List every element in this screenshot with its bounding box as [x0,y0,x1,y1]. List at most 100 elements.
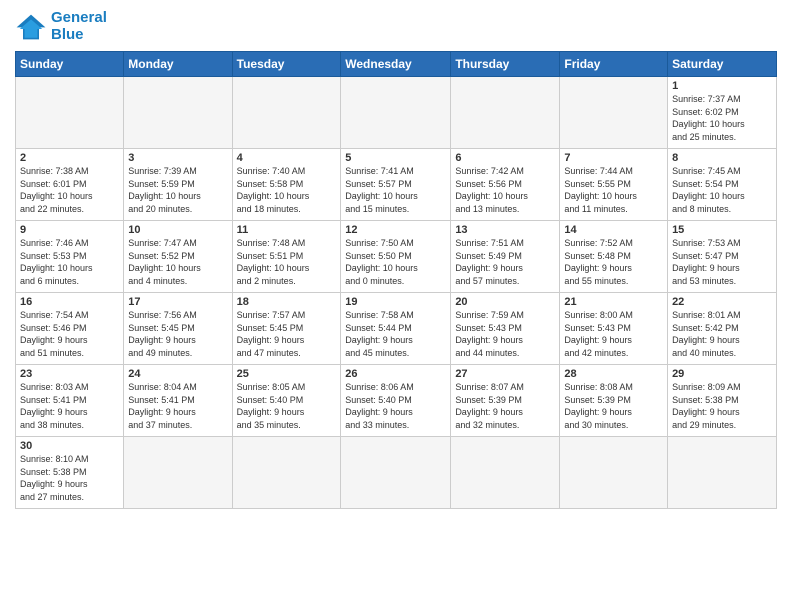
day-number: 20 [455,296,555,308]
day-info: Sunrise: 8:09 AM Sunset: 5:38 PM Dayligh… [672,381,772,431]
logo-text: General Blue [51,10,107,43]
table-row: 14Sunrise: 7:52 AM Sunset: 5:48 PM Dayli… [560,221,668,293]
calendar-row: 2Sunrise: 7:38 AM Sunset: 6:01 PM Daylig… [16,149,777,221]
day-info: Sunrise: 7:51 AM Sunset: 5:49 PM Dayligh… [455,237,555,287]
day-info: Sunrise: 7:54 AM Sunset: 5:46 PM Dayligh… [20,309,119,359]
table-row: 29Sunrise: 8:09 AM Sunset: 5:38 PM Dayli… [668,365,777,437]
day-number: 6 [455,152,555,164]
table-row: 3Sunrise: 7:39 AM Sunset: 5:59 PM Daylig… [124,149,232,221]
day-number: 29 [672,368,772,380]
table-row: 24Sunrise: 8:04 AM Sunset: 5:41 PM Dayli… [124,365,232,437]
day-info: Sunrise: 7:38 AM Sunset: 6:01 PM Dayligh… [20,165,119,215]
table-row: 28Sunrise: 8:08 AM Sunset: 5:39 PM Dayli… [560,365,668,437]
table-row: 2Sunrise: 7:38 AM Sunset: 6:01 PM Daylig… [16,149,124,221]
table-row: 21Sunrise: 8:00 AM Sunset: 5:43 PM Dayli… [560,293,668,365]
day-number: 14 [564,224,663,236]
day-info: Sunrise: 8:01 AM Sunset: 5:42 PM Dayligh… [672,309,772,359]
day-info: Sunrise: 7:40 AM Sunset: 5:58 PM Dayligh… [237,165,337,215]
day-info: Sunrise: 8:08 AM Sunset: 5:39 PM Dayligh… [564,381,663,431]
day-info: Sunrise: 8:06 AM Sunset: 5:40 PM Dayligh… [345,381,446,431]
day-number: 16 [20,296,119,308]
col-monday: Monday [124,52,232,77]
col-tuesday: Tuesday [232,52,341,77]
table-row [16,77,124,149]
table-row: 13Sunrise: 7:51 AM Sunset: 5:49 PM Dayli… [451,221,560,293]
day-info: Sunrise: 8:03 AM Sunset: 5:41 PM Dayligh… [20,381,119,431]
day-number: 1 [672,80,772,92]
table-row [232,437,341,509]
table-row: 5Sunrise: 7:41 AM Sunset: 5:57 PM Daylig… [341,149,451,221]
day-info: Sunrise: 7:44 AM Sunset: 5:55 PM Dayligh… [564,165,663,215]
table-row: 30Sunrise: 8:10 AM Sunset: 5:38 PM Dayli… [16,437,124,509]
day-info: Sunrise: 8:07 AM Sunset: 5:39 PM Dayligh… [455,381,555,431]
table-row: 15Sunrise: 7:53 AM Sunset: 5:47 PM Dayli… [668,221,777,293]
table-row [124,77,232,149]
day-number: 11 [237,224,337,236]
day-number: 27 [455,368,555,380]
day-number: 7 [564,152,663,164]
calendar-row: 9Sunrise: 7:46 AM Sunset: 5:53 PM Daylig… [16,221,777,293]
day-info: Sunrise: 7:46 AM Sunset: 5:53 PM Dayligh… [20,237,119,287]
day-info: Sunrise: 7:39 AM Sunset: 5:59 PM Dayligh… [128,165,227,215]
table-row: 20Sunrise: 7:59 AM Sunset: 5:43 PM Dayli… [451,293,560,365]
page: General Blue Sunday Monday Tuesday Wedne… [0,0,792,612]
table-row: 4Sunrise: 7:40 AM Sunset: 5:58 PM Daylig… [232,149,341,221]
day-number: 10 [128,224,227,236]
col-thursday: Thursday [451,52,560,77]
day-number: 23 [20,368,119,380]
table-row: 12Sunrise: 7:50 AM Sunset: 5:50 PM Dayli… [341,221,451,293]
table-row: 19Sunrise: 7:58 AM Sunset: 5:44 PM Dayli… [341,293,451,365]
day-info: Sunrise: 7:42 AM Sunset: 5:56 PM Dayligh… [455,165,555,215]
calendar-row: 1Sunrise: 7:37 AM Sunset: 6:02 PM Daylig… [16,77,777,149]
day-info: Sunrise: 7:47 AM Sunset: 5:52 PM Dayligh… [128,237,227,287]
day-number: 17 [128,296,227,308]
col-saturday: Saturday [668,52,777,77]
day-number: 26 [345,368,446,380]
day-number: 5 [345,152,446,164]
day-number: 19 [345,296,446,308]
day-number: 13 [455,224,555,236]
day-number: 12 [345,224,446,236]
table-row: 26Sunrise: 8:06 AM Sunset: 5:40 PM Dayli… [341,365,451,437]
table-row [668,437,777,509]
calendar-row: 23Sunrise: 8:03 AM Sunset: 5:41 PM Dayli… [16,365,777,437]
table-row: 17Sunrise: 7:56 AM Sunset: 5:45 PM Dayli… [124,293,232,365]
day-info: Sunrise: 7:57 AM Sunset: 5:45 PM Dayligh… [237,309,337,359]
table-row: 10Sunrise: 7:47 AM Sunset: 5:52 PM Dayli… [124,221,232,293]
logo-icon [15,13,47,41]
col-friday: Friday [560,52,668,77]
day-number: 30 [20,440,119,452]
day-info: Sunrise: 7:53 AM Sunset: 5:47 PM Dayligh… [672,237,772,287]
calendar-table: Sunday Monday Tuesday Wednesday Thursday… [15,51,777,509]
table-row [560,437,668,509]
table-row [451,437,560,509]
day-number: 15 [672,224,772,236]
day-number: 24 [128,368,227,380]
table-row: 9Sunrise: 7:46 AM Sunset: 5:53 PM Daylig… [16,221,124,293]
day-info: Sunrise: 7:48 AM Sunset: 5:51 PM Dayligh… [237,237,337,287]
day-info: Sunrise: 7:58 AM Sunset: 5:44 PM Dayligh… [345,309,446,359]
table-row: 6Sunrise: 7:42 AM Sunset: 5:56 PM Daylig… [451,149,560,221]
day-number: 22 [672,296,772,308]
day-info: Sunrise: 7:41 AM Sunset: 5:57 PM Dayligh… [345,165,446,215]
calendar-row: 30Sunrise: 8:10 AM Sunset: 5:38 PM Dayli… [16,437,777,509]
day-info: Sunrise: 8:05 AM Sunset: 5:40 PM Dayligh… [237,381,337,431]
day-number: 28 [564,368,663,380]
calendar-header-row: Sunday Monday Tuesday Wednesday Thursday… [16,52,777,77]
day-number: 9 [20,224,119,236]
day-info: Sunrise: 7:45 AM Sunset: 5:54 PM Dayligh… [672,165,772,215]
logo: General Blue [15,10,107,43]
header: General Blue [15,10,777,43]
calendar-row: 16Sunrise: 7:54 AM Sunset: 5:46 PM Dayli… [16,293,777,365]
table-row [341,437,451,509]
table-row: 18Sunrise: 7:57 AM Sunset: 5:45 PM Dayli… [232,293,341,365]
day-info: Sunrise: 8:00 AM Sunset: 5:43 PM Dayligh… [564,309,663,359]
table-row: 1Sunrise: 7:37 AM Sunset: 6:02 PM Daylig… [668,77,777,149]
table-row [232,77,341,149]
day-number: 25 [237,368,337,380]
day-info: Sunrise: 8:10 AM Sunset: 5:38 PM Dayligh… [20,453,119,503]
day-info: Sunrise: 7:50 AM Sunset: 5:50 PM Dayligh… [345,237,446,287]
col-wednesday: Wednesday [341,52,451,77]
day-info: Sunrise: 7:37 AM Sunset: 6:02 PM Dayligh… [672,93,772,143]
col-sunday: Sunday [16,52,124,77]
